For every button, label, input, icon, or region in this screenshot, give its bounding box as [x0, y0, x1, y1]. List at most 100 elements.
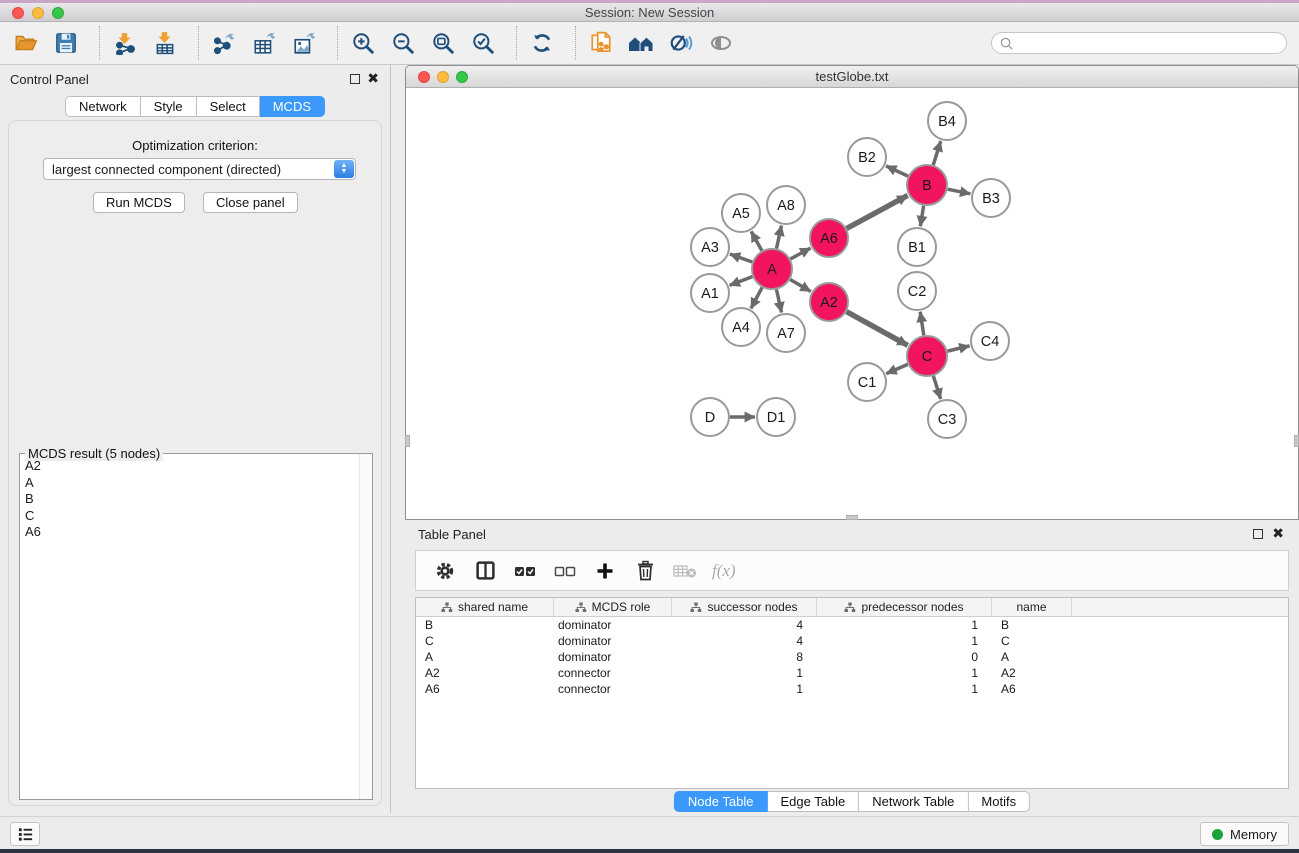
cell[interactable]: dominator: [554, 634, 672, 648]
cell[interactable]: 8: [672, 650, 817, 664]
cell[interactable]: 1: [817, 618, 992, 632]
run-mcds-button[interactable]: Run MCDS: [93, 192, 185, 213]
result-item-b[interactable]: B: [21, 491, 359, 508]
cell[interactable]: A2: [992, 666, 1072, 680]
edge-C-C1[interactable]: [886, 364, 907, 373]
cell[interactable]: 1: [672, 666, 817, 680]
cell[interactable]: 0: [817, 650, 992, 664]
node-D[interactable]: D: [691, 398, 729, 436]
vizmapper-button[interactable]: [665, 26, 697, 60]
zoom-fit-button[interactable]: [427, 26, 459, 60]
function-builder-button[interactable]: f(x): [712, 561, 736, 581]
export-network-button[interactable]: [208, 26, 240, 60]
node-A5[interactable]: A5: [722, 194, 760, 232]
open-session-button[interactable]: [10, 26, 42, 60]
cell[interactable]: A: [416, 650, 554, 664]
node-B4[interactable]: B4: [928, 102, 966, 140]
edge-B-B3[interactable]: [948, 189, 971, 194]
edge-A2-C[interactable]: [847, 312, 908, 346]
zoom-in-button[interactable]: [347, 26, 379, 60]
node-A4[interactable]: A4: [722, 308, 760, 346]
refresh-button[interactable]: [526, 26, 558, 60]
node-A[interactable]: A: [752, 249, 792, 289]
delete-column-button[interactable]: [628, 556, 662, 586]
close-network-light[interactable]: [418, 71, 430, 83]
column-header-successor-nodes[interactable]: successor nodes: [672, 598, 817, 616]
node-C1[interactable]: C1: [848, 363, 886, 401]
edge-C-C3[interactable]: [933, 376, 940, 399]
result-item-c[interactable]: C: [21, 508, 359, 525]
column-header-name[interactable]: name: [992, 598, 1072, 616]
table-settings-button[interactable]: [428, 556, 462, 586]
cell[interactable]: A: [992, 650, 1072, 664]
cell[interactable]: 4: [672, 634, 817, 648]
close-traffic-light[interactable]: [12, 7, 24, 19]
close-panel-button[interactable]: Close panel: [203, 192, 298, 213]
edge-A6-B[interactable]: [847, 195, 908, 228]
resize-grip-right[interactable]: [1294, 435, 1299, 447]
task-history-button[interactable]: [10, 822, 40, 846]
tab-network-table[interactable]: Network Table: [859, 791, 968, 812]
table-row-a[interactable]: Adominator80A: [416, 649, 1288, 665]
resize-grip-left[interactable]: [405, 435, 410, 447]
edge-B-B1[interactable]: [920, 206, 923, 227]
zoom-network-light[interactable]: [456, 71, 468, 83]
cell[interactable]: 4: [672, 618, 817, 632]
column-header-MCDS-role[interactable]: MCDS role: [554, 598, 672, 616]
save-session-button[interactable]: [50, 26, 82, 60]
node-B[interactable]: B: [907, 165, 947, 205]
table-row-c[interactable]: Cdominator41C: [416, 633, 1288, 649]
table-row-a6[interactable]: A6connector11A6: [416, 681, 1288, 697]
edge-A-A6[interactable]: [790, 248, 810, 259]
tab-node-table[interactable]: Node Table: [674, 791, 768, 812]
tab-motifs[interactable]: Motifs: [968, 791, 1030, 812]
node-A8[interactable]: A8: [767, 186, 805, 224]
cell[interactable]: C: [992, 634, 1072, 648]
result-item-a2[interactable]: A2: [21, 458, 359, 475]
export-image-button[interactable]: [288, 26, 320, 60]
minimize-network-light[interactable]: [437, 71, 449, 83]
home-layout-button[interactable]: [625, 26, 657, 60]
tab-select[interactable]: Select: [197, 96, 260, 117]
cell[interactable]: 1: [817, 666, 992, 680]
cell[interactable]: B: [992, 618, 1072, 632]
table-row-b[interactable]: Bdominator41B: [416, 617, 1288, 633]
cell[interactable]: A6: [992, 682, 1072, 696]
node-B3[interactable]: B3: [972, 179, 1010, 217]
tab-style[interactable]: Style: [141, 96, 197, 117]
edge-B-B4[interactable]: [933, 141, 940, 165]
show-column-panel-button[interactable]: [468, 556, 502, 586]
table-row-a2[interactable]: A2connector11A2: [416, 665, 1288, 681]
deselect-all-columns-button[interactable]: [548, 556, 582, 586]
delete-table-button[interactable]: [668, 556, 702, 586]
criterion-dropdown[interactable]: largest connected component (directed) ▲…: [43, 158, 356, 180]
cell[interactable]: connector: [554, 666, 672, 680]
edge-B-B2[interactable]: [886, 166, 908, 176]
node-D1[interactable]: D1: [757, 398, 795, 436]
cell[interactable]: 1: [817, 634, 992, 648]
node-B1[interactable]: B1: [898, 228, 936, 266]
edge-C-C4[interactable]: [947, 346, 969, 351]
tab-edge-table[interactable]: Edge Table: [767, 791, 859, 812]
import-table-button[interactable]: [149, 26, 181, 60]
cell[interactable]: 1: [817, 682, 992, 696]
cell[interactable]: A2: [416, 666, 554, 680]
node-A3[interactable]: A3: [691, 228, 729, 266]
network-window-titlebar[interactable]: testGlobe.txt: [406, 66, 1298, 88]
import-network-button[interactable]: [109, 26, 141, 60]
node-C4[interactable]: C4: [971, 322, 1009, 360]
close-table-panel-icon[interactable]: ✖: [1272, 525, 1284, 541]
cell[interactable]: C: [416, 634, 554, 648]
search-input[interactable]: [1018, 36, 1278, 50]
edge-C-C2[interactable]: [920, 312, 924, 335]
zoom-selected-button[interactable]: [467, 26, 499, 60]
node-A6[interactable]: A6: [810, 219, 848, 257]
minimize-traffic-light[interactable]: [32, 7, 44, 19]
tab-mcds[interactable]: MCDS: [260, 96, 325, 117]
edge-A-A3[interactable]: [730, 254, 752, 262]
edge-A-A8[interactable]: [776, 226, 781, 249]
show-hide-button[interactable]: [705, 26, 737, 60]
node-A7[interactable]: A7: [767, 314, 805, 352]
result-item-a[interactable]: A: [21, 475, 359, 492]
edge-A-A2[interactable]: [790, 280, 811, 292]
